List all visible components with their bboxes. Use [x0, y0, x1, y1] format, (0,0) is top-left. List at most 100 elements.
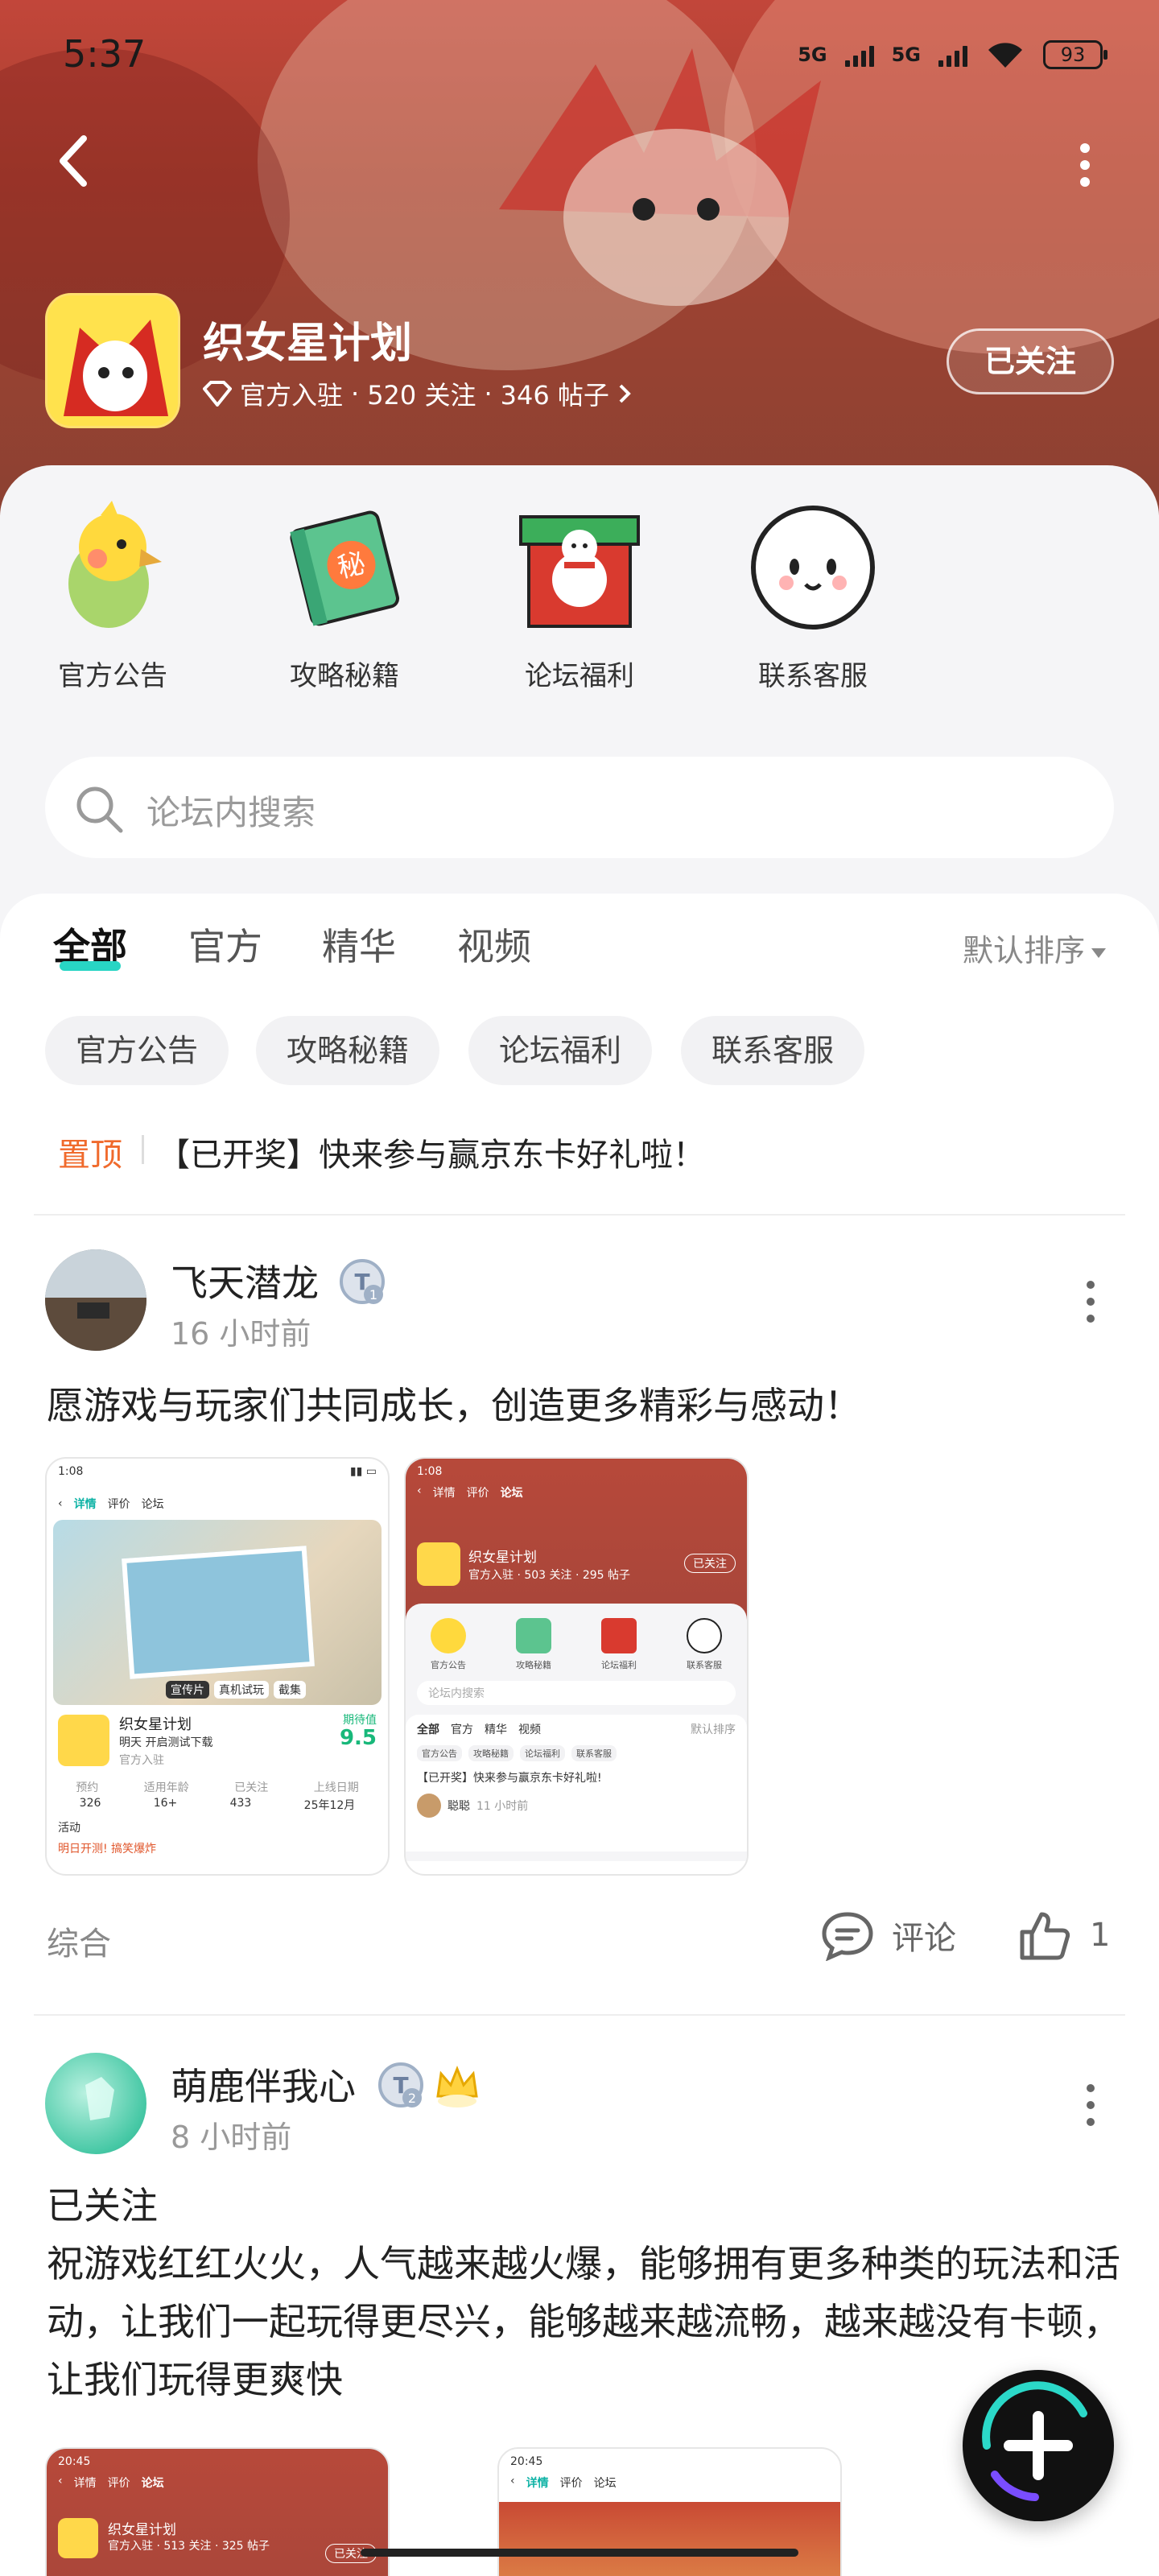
thumb-map	[122, 1546, 315, 1679]
thumb-activity: 活动	[58, 1822, 80, 1835]
back-arrow-icon[interactable]	[48, 129, 100, 193]
category-label: 攻略秘籍	[290, 660, 399, 692]
thumb-status-bar: 1:08 ▮▮ ▭	[47, 1459, 388, 1488]
tab-video[interactable]: 视频	[457, 918, 531, 971]
avatar[interactable]	[45, 2053, 146, 2154]
thumb-stats-labels: 预约 适用年龄 已关注 上线日期	[76, 1781, 359, 1794]
forum-meta[interactable]: 官方入驻 · 520 关注 · 346 帖子	[203, 375, 633, 412]
active-tab-indicator	[60, 961, 121, 971]
thumb-time: 1:08	[58, 1465, 84, 1478]
pinned-post-title[interactable]: 【已开奖】快来参与赢京东卡好礼啦！	[158, 1129, 705, 1175]
post-author[interactable]: 萌鹿伴我心	[171, 2058, 356, 2111]
chip-official-announcement[interactable]: 官方公告	[45, 1016, 229, 1085]
thumb-status-icons: ▮▮ ▭	[349, 1465, 377, 1478]
sort-label: 默认排序	[963, 933, 1086, 968]
secret-book-icon: 秘	[290, 510, 400, 626]
forum-header-banner	[0, 0, 1159, 515]
thumb-cat-labels: 官方公告 攻略秘籍 论坛福利 联系客服	[431, 1660, 722, 1670]
tab-featured[interactable]: 精华	[322, 918, 396, 971]
comment-label: 评论	[892, 1920, 956, 1957]
search-icon	[76, 786, 123, 833]
thumb-game-icon	[58, 1715, 109, 1766]
comment-button[interactable]: 评论	[819, 1909, 956, 1961]
follow-button[interactable]: 已关注	[947, 328, 1114, 394]
post-topic[interactable]: 综合	[47, 1918, 111, 1964]
post-image-1[interactable]: 1:08 ▮▮ ▭ ‹ 详情 评价 论坛 宣传片 真机试玩 截集 织女星计划 明天…	[45, 1457, 390, 1876]
thumb-verified: 官方入驻	[119, 1754, 164, 1767]
chip-customer-service[interactable]: 联系客服	[681, 1016, 865, 1085]
category-forum-welfare[interactable]: 论坛福利	[499, 499, 660, 693]
post-divider	[34, 2014, 1125, 2016]
badge-level: 1	[369, 1287, 377, 1302]
level-badge-icon: T 1	[340, 1259, 385, 1304]
chip-strategy-guide[interactable]: 攻略秘籍	[256, 1016, 440, 1085]
thumb-media-tabs: 宣传片 真机试玩 截集	[166, 1681, 306, 1699]
thumb-time: 20:45	[510, 2455, 543, 2468]
thumb-tab: 评价	[107, 1498, 130, 1511]
comment-icon	[822, 1912, 873, 1961]
posts-count: 346 帖子	[500, 380, 609, 411]
meta-separator: ·	[484, 378, 493, 409]
game-app-icon[interactable]	[45, 293, 180, 428]
post-image-2[interactable]: 20:45 ‹ 详情 评价 论坛	[497, 2447, 842, 2576]
tab-official[interactable]: 官方	[188, 918, 262, 971]
meta-separator: ·	[351, 378, 360, 409]
category-strategy-guide[interactable]: 秘 攻略秘籍	[264, 499, 425, 693]
category-customer-service[interactable]: 联系客服	[732, 499, 893, 693]
thumb-tab: 详情	[73, 1498, 97, 1511]
thumb-game-banner	[499, 2502, 840, 2576]
wifi-icon	[988, 43, 1022, 68]
post-image-1[interactable]: 20:45 ‹ 详情 评价 论坛 织女星计划 官方入驻 · 513 关注 · 3…	[45, 2447, 390, 2576]
create-post-button[interactable]	[963, 2370, 1114, 2521]
forum-title: 织女星计划	[203, 320, 413, 368]
category-label: 论坛福利	[525, 660, 634, 692]
caret-down-icon	[1091, 947, 1107, 958]
badge-level: 2	[408, 2091, 416, 2106]
post-author[interactable]: 飞天潜龙	[171, 1254, 319, 1307]
level-badge-icon: T 2	[378, 2062, 423, 2107]
thumb-panel: 官方公告 攻略秘籍 论坛福利 联系客服 论坛内搜索 全部 官方 精华 视频 默认排序 官方公…	[406, 1604, 747, 1861]
like-button[interactable]: 1	[1017, 1909, 1110, 1961]
post-content[interactable]: 愿游戏与玩家们共同成长，创造更多精彩与感动！	[47, 1377, 1125, 1435]
thumb-tabs: ‹ 详情 评价 论坛	[510, 2475, 617, 2490]
section-divider	[34, 1214, 1125, 1216]
more-options-icon[interactable]	[1062, 137, 1107, 193]
thumb-back-icon: ‹	[417, 1484, 422, 1497]
thumb-time: 1:08	[417, 1465, 443, 1478]
thumb-meta: 官方入驻 · 503 关注 · 295 帖子	[468, 1569, 631, 1582]
thumb-feed-tabs: 全部 官方 精华 视频 默认排序	[417, 1724, 736, 1736]
post-time: 8 小时前	[171, 2120, 292, 2155]
chip-forum-welfare[interactable]: 论坛福利	[468, 1016, 653, 1085]
thumb-tabs: ‹ 详情 评价 论坛	[58, 2475, 164, 2490]
post-image-2[interactable]: 1:08 ‹ 详情 评价 论坛 织女星计划 官方入驻 · 503 关注 · 29…	[404, 1457, 749, 1876]
avatar-image	[85, 2077, 114, 2120]
post-more-icon[interactable]	[1079, 2077, 1103, 2133]
verified-label: 官方入驻	[240, 380, 344, 411]
thumb-time: 20:45	[58, 2455, 91, 2468]
thumb-banner: 明日开测! 搞笑爆炸	[58, 1843, 157, 1856]
thumb-rating: 9.5	[339, 1726, 377, 1750]
status-time: 5:37	[63, 32, 146, 76]
post-more-icon[interactable]	[1079, 1274, 1103, 1330]
post-time: 16 小时前	[171, 1316, 311, 1352]
thumb-follow: 已关注	[684, 1554, 736, 1573]
network-type-2: 5G	[891, 43, 921, 66]
thumb-chips: 官方公告 攻略秘籍 论坛福利 联系客服	[417, 1745, 736, 1761]
post-title[interactable]: 已关注	[47, 2177, 1125, 2235]
thumb-tabs: ‹ 详情 评价 论坛	[47, 1488, 388, 1520]
search-input[interactable]: 论坛内搜索	[45, 757, 1114, 858]
signal-icon-2	[938, 43, 967, 67]
sort-dropdown[interactable]: 默认排序	[963, 926, 1107, 970]
thumb-game-info: 织女星计划 明天 开启测试下载 官方入驻 期待值 9.5	[47, 1705, 388, 1779]
like-count: 1	[1090, 1917, 1111, 1954]
home-indicator	[361, 2549, 798, 2557]
thumb-pinned: 【已开奖】快来参与赢京东卡好礼啦!	[417, 1772, 602, 1785]
gift-box-icon	[519, 515, 640, 628]
category-official-announcement[interactable]: 官方公告	[32, 499, 193, 693]
thumb-game-icon	[417, 1542, 460, 1586]
game-logo-icon	[47, 295, 178, 426]
thumb-game-name: 织女星计划	[119, 1716, 192, 1733]
avatar[interactable]	[45, 1249, 146, 1351]
category-label: 官方公告	[58, 660, 167, 692]
parrot-icon	[68, 501, 162, 628]
